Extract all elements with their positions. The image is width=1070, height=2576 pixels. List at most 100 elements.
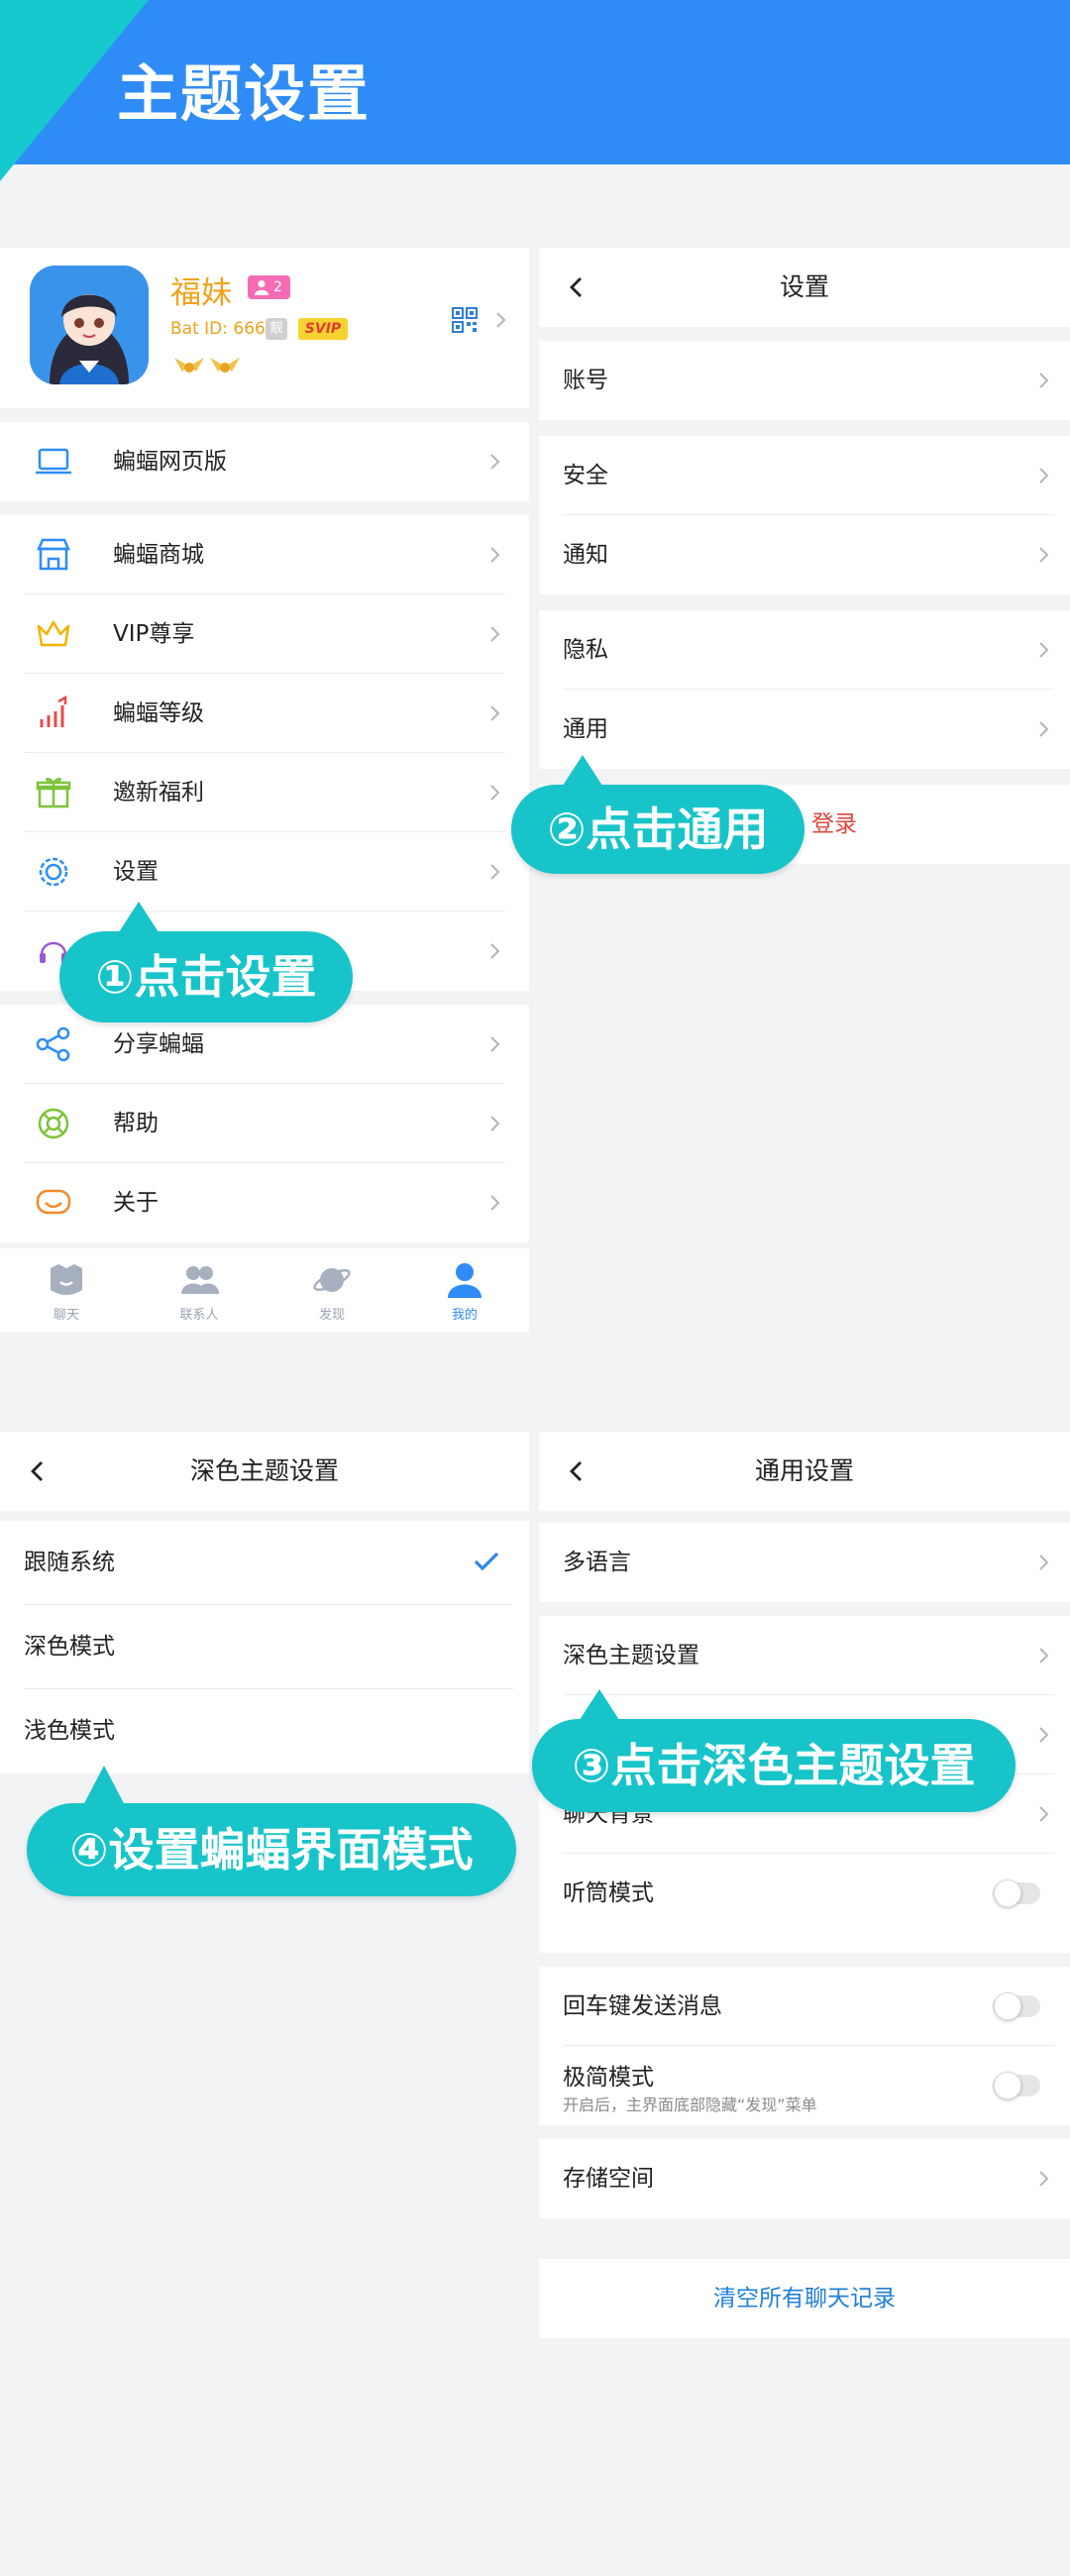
callout-step-4: ④设置蝙蝠界面模式 bbox=[27, 1766, 516, 1896]
tab-label: 联系人 bbox=[179, 1308, 219, 1323]
general-settings-screen: 通用设置 多语言 深色主题设置 聊天背景 听筒模式 回车键发送消息 极简模式 开… bbox=[539, 1432, 1070, 2502]
general-item-dark-theme[interactable]: 深色主题设置 bbox=[539, 1616, 1070, 1695]
contacts-icon bbox=[181, 1266, 219, 1294]
menu-item-vip[interactable]: VIP尊享 bbox=[0, 594, 529, 674]
chevron-right-icon bbox=[496, 312, 506, 328]
settings-item-notify[interactable]: 通知 bbox=[539, 515, 1070, 594]
menu-item-web[interactable]: 蝙蝠网页版 bbox=[0, 422, 529, 501]
callout-text: ①点击设置 bbox=[95, 950, 317, 1004]
tab-chat[interactable]: 聊天 bbox=[0, 1248, 133, 1333]
chevron-right-icon bbox=[1039, 1727, 1049, 1743]
menu-item-invite[interactable]: 邀新福利 bbox=[0, 753, 529, 832]
checkmark-icon bbox=[474, 1552, 499, 1571]
avatar[interactable] bbox=[30, 266, 149, 384]
chevron-right-icon bbox=[1039, 1555, 1049, 1570]
store-icon bbox=[37, 538, 70, 571]
tab-contacts[interactable]: 联系人 bbox=[133, 1248, 266, 1333]
minimal-toggle[interactable] bbox=[993, 2072, 1040, 2099]
callout-text: ③点击深色主题设置 bbox=[572, 1739, 976, 1792]
toggle-knob bbox=[994, 2072, 1021, 2099]
chevron-right-icon bbox=[490, 1195, 500, 1211]
banner-title: 主题设置 bbox=[117, 57, 372, 130]
menu-label-settings: 设置 bbox=[113, 859, 159, 885]
menu-label-invite: 邀新福利 bbox=[113, 780, 204, 805]
settings-label: 通知 bbox=[563, 542, 608, 568]
clear-history-label: 清空所有聊天记录 bbox=[713, 2286, 896, 2311]
page-title: 通用设置 bbox=[754, 1456, 854, 1485]
settings-label: 隐私 bbox=[563, 637, 608, 663]
menu-item-settings[interactable]: 设置 bbox=[0, 832, 529, 912]
chevron-right-icon bbox=[1039, 468, 1049, 483]
chat-bat-icon bbox=[51, 1264, 82, 1295]
chevron-right-icon bbox=[490, 454, 500, 470]
qr-code-icon[interactable] bbox=[452, 307, 478, 333]
tab-label: 发现 bbox=[318, 1308, 345, 1323]
callout-step-1: ①点击设置 bbox=[59, 902, 353, 1022]
settings-item-general[interactable]: 通用 bbox=[539, 690, 1070, 769]
settings-group-security: 安全 通知 bbox=[539, 436, 1070, 594]
menu-label-level: 蝙蝠等级 bbox=[113, 700, 204, 726]
menu-label-about: 关于 bbox=[113, 1190, 159, 1216]
chevron-right-icon bbox=[1039, 1806, 1049, 1822]
clear-history-button[interactable]: 清空所有聊天记录 bbox=[539, 2259, 1070, 2338]
general-label: 深色主题设置 bbox=[563, 1643, 699, 1668]
option-label: 深色模式 bbox=[24, 1634, 115, 1660]
tab-discover[interactable]: 发现 bbox=[266, 1248, 398, 1333]
settings-group-account: 账号 bbox=[539, 341, 1070, 420]
chevron-right-icon bbox=[1039, 2171, 1049, 2187]
general-item-storage[interactable]: 存储空间 bbox=[539, 2139, 1070, 2218]
profile-header[interactable]: 福妹 2 Bat ID: 666 靓 SVIP bbox=[0, 248, 529, 408]
friend-count: 2 bbox=[273, 279, 282, 295]
callout-text: ④设置蝙蝠界面模式 bbox=[69, 1823, 474, 1877]
settings-item-security[interactable]: 安全 bbox=[539, 436, 1070, 515]
chevron-right-icon bbox=[1039, 1648, 1049, 1664]
menu-item-mall[interactable]: 蝙蝠商城 bbox=[0, 515, 529, 594]
chevron-right-icon bbox=[490, 547, 500, 563]
general-label: 回车键发送消息 bbox=[563, 1993, 722, 2019]
theme-options: 跟随系统 深色模式 浅色模式 bbox=[0, 1521, 529, 1773]
chevron-right-icon bbox=[1039, 373, 1049, 388]
theme-option-dark[interactable]: 深色模式 bbox=[0, 1605, 529, 1689]
pretty-id-badge: 靓 bbox=[266, 318, 287, 340]
menu-label-help: 帮助 bbox=[113, 1111, 159, 1136]
menu-group-misc: 分享蝙蝠 帮助 关于 bbox=[0, 1005, 529, 1242]
settings-navbar: 设置 bbox=[539, 248, 1070, 327]
general-navbar: 通用设置 bbox=[539, 1432, 1070, 1511]
person-icon bbox=[255, 280, 268, 295]
enter-send-toggle[interactable] bbox=[993, 1992, 1040, 2020]
tab-label: 我的 bbox=[451, 1308, 478, 1323]
general-item-earpiece: 听筒模式 bbox=[539, 1854, 1070, 1933]
laptop-icon bbox=[36, 448, 71, 475]
crown-icon bbox=[37, 620, 70, 647]
settings-group-privacy: 隐私 通用 bbox=[539, 610, 1070, 769]
callout-step-2: ②点击通用 bbox=[511, 755, 804, 874]
callout-text: ②点击通用 bbox=[547, 803, 769, 856]
svip-badge: SVIP bbox=[298, 318, 348, 340]
chevron-right-icon bbox=[490, 864, 500, 880]
gear-icon bbox=[39, 857, 68, 887]
share-icon bbox=[36, 1026, 70, 1062]
callout-pointer bbox=[578, 1689, 621, 1723]
bottom-tab-bar: 聊天 联系人 发现 我的 bbox=[0, 1248, 529, 1333]
chevron-right-icon bbox=[1039, 721, 1049, 737]
earpiece-toggle[interactable] bbox=[993, 1879, 1040, 1907]
theme-option-follow-system[interactable]: 跟随系统 bbox=[0, 1521, 529, 1605]
general-item-language[interactable]: 多语言 bbox=[539, 1523, 1070, 1602]
menu-label-mall: 蝙蝠商城 bbox=[113, 542, 204, 568]
menu-group-services: 蝙蝠商城 VIP尊享 蝙蝠等级 邀新福利 设置 bbox=[0, 515, 529, 991]
chevron-right-icon bbox=[490, 943, 500, 959]
menu-item-about[interactable]: 关于 bbox=[0, 1163, 529, 1242]
profile-name: 福妹 bbox=[170, 275, 232, 311]
menu-item-help[interactable]: 帮助 bbox=[0, 1084, 529, 1163]
settings-item-account[interactable]: 账号 bbox=[539, 341, 1070, 420]
chevron-right-icon bbox=[490, 1036, 500, 1052]
theme-option-light[interactable]: 浅色模式 bbox=[0, 1689, 529, 1773]
page-title: 深色主题设置 bbox=[189, 1456, 339, 1485]
menu-item-level[interactable]: 蝙蝠等级 bbox=[0, 674, 529, 753]
callout-pointer bbox=[561, 755, 604, 789]
option-label: 跟随系统 bbox=[24, 1550, 115, 1575]
about-chat-icon bbox=[36, 1189, 71, 1215]
general-group-language: 多语言 bbox=[539, 1523, 1070, 1602]
tab-me[interactable]: 我的 bbox=[398, 1248, 529, 1333]
settings-item-privacy[interactable]: 隐私 bbox=[539, 610, 1070, 690]
